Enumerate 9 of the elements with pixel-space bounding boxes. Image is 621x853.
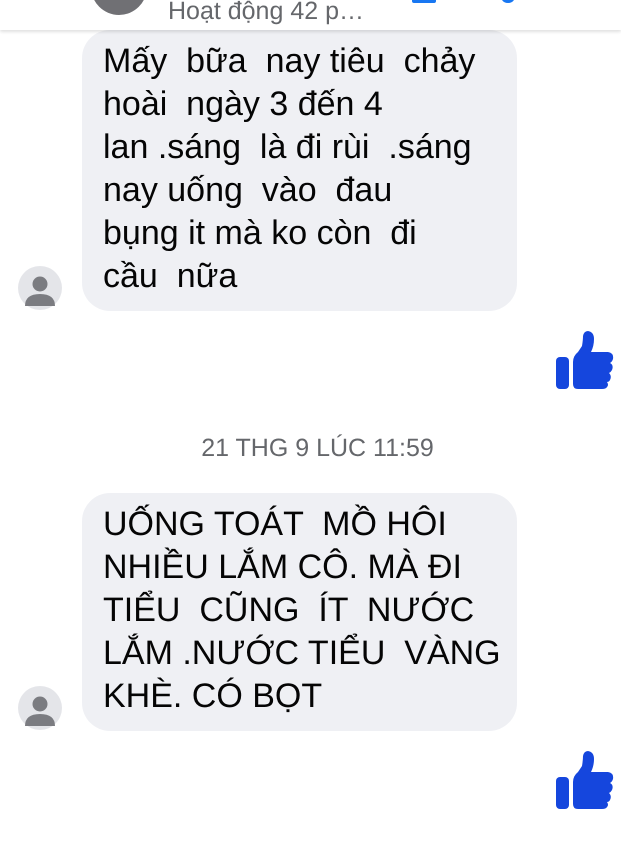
- message-text: UỐNG TOÁT MỒ HÔI NHIỀU LẮM CÔ. MÀ ĐI TIỂU CŨNG ÍT NƯỚC LẮM .NƯỚC TIỂU VÀNG KHÈ. CÓ BỌT: [103, 504, 502, 717]
- header-action-icon[interactable]: [502, 0, 514, 3]
- avatar-icon: [18, 266, 62, 310]
- message-timestamp: 21 THG 9 LÚC 11:59: [201, 433, 434, 463]
- active-status: Hoạt động 42 p…: [168, 0, 364, 26]
- thumbs-up-icon: [556, 331, 614, 389]
- message-text: Mấy bữa nay tiêu chảy hoài ngày 3 đến 4 lan .sáng là đi rùi .sáng nay uống vào đau bụng it mà ko còn đi cầu nữa: [103, 41, 476, 297]
- avatar-icon: [18, 686, 62, 730]
- thumbs-up-icon: [556, 751, 614, 809]
